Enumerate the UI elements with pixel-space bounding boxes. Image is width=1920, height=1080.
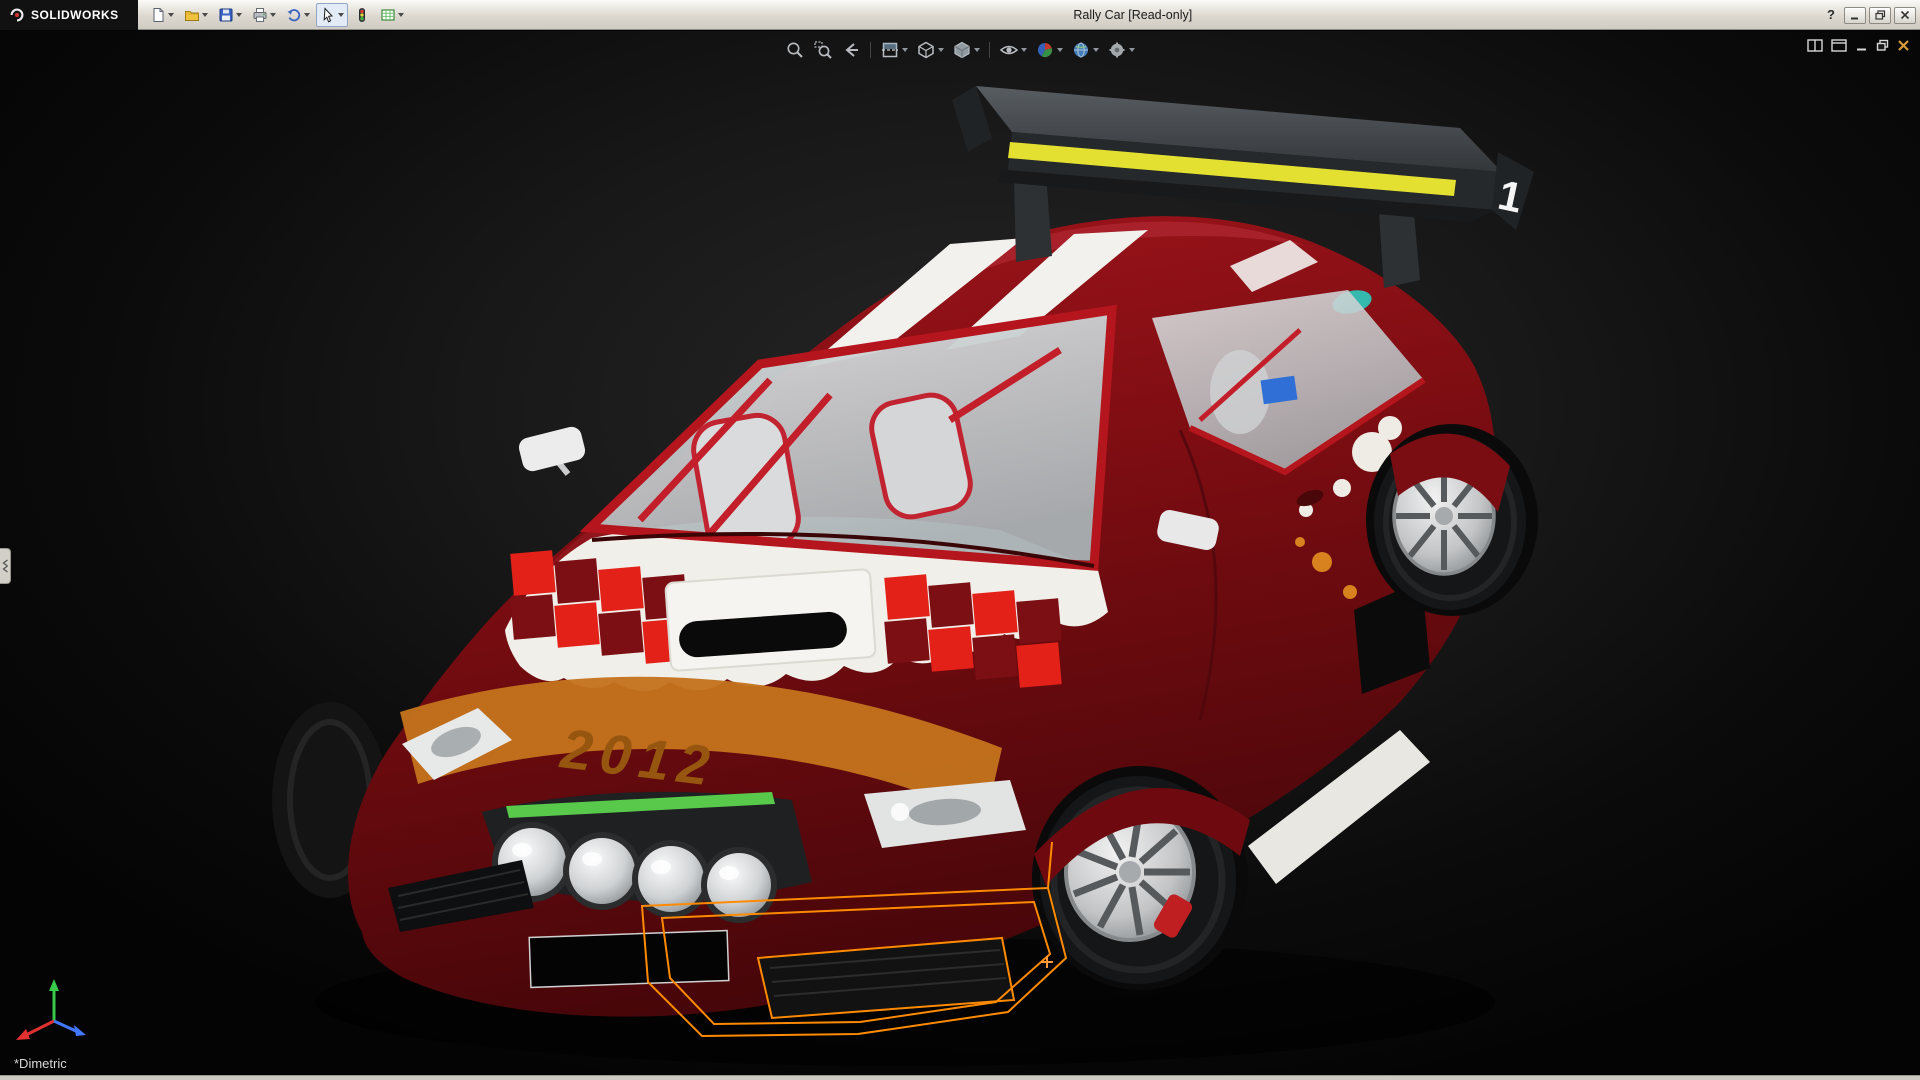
- print-icon: [252, 7, 268, 23]
- dropdown-caret-icon[interactable]: [398, 13, 404, 17]
- dropdown-caret-icon[interactable]: [1057, 48, 1063, 52]
- display-style-button[interactable]: [950, 39, 982, 61]
- rally-car-model[interactable]: 2012: [0, 31, 1920, 1075]
- edit-appearance-button[interactable]: [1033, 39, 1065, 61]
- close-button[interactable]: [1894, 7, 1916, 24]
- dropdown-caret-icon[interactable]: [902, 48, 908, 52]
- minimize-icon: [1850, 11, 1860, 20]
- dropdown-caret-icon[interactable]: [938, 48, 944, 52]
- dropdown-caret-icon[interactable]: [974, 48, 980, 52]
- close-icon: [1900, 10, 1910, 20]
- select-button[interactable]: [316, 3, 348, 27]
- dropdown-caret-icon[interactable]: [304, 13, 310, 17]
- open-button[interactable]: [180, 3, 212, 27]
- save-button[interactable]: [214, 3, 246, 27]
- new-document-button[interactable]: [146, 3, 178, 27]
- window-title: Rally Car [Read-only]: [1073, 0, 1192, 30]
- zoom-to-fit-icon: [785, 40, 805, 60]
- status-bar-edge: [0, 1075, 1920, 1080]
- view-settings-button[interactable]: [1105, 39, 1137, 61]
- wing-pylon: [1014, 174, 1052, 262]
- ds-logo-icon: [8, 6, 26, 24]
- window-controls: ?: [1821, 0, 1916, 30]
- restore-icon: [1875, 10, 1886, 20]
- help-button[interactable]: ?: [1821, 6, 1841, 24]
- restore-button[interactable]: [1869, 7, 1891, 24]
- hood-scoop: [665, 569, 876, 671]
- standard-toolbar: [138, 3, 408, 27]
- open-folder-icon: [184, 7, 200, 23]
- display-style-icon: [952, 40, 972, 60]
- options-grid-icon: [380, 7, 396, 23]
- left-mirror[interactable]: [517, 425, 587, 474]
- new-document-icon: [150, 7, 166, 23]
- rebuild-button[interactable]: [350, 3, 374, 27]
- chevron-left-icon: [2, 559, 9, 573]
- hide-show-eye-icon: [999, 40, 1019, 60]
- save-floppy-icon: [218, 7, 234, 23]
- dropdown-caret-icon[interactable]: [236, 13, 242, 17]
- document-window-controls: [1807, 39, 1910, 52]
- dropdown-caret-icon[interactable]: [1129, 48, 1135, 52]
- appearance-ball-icon: [1035, 40, 1055, 60]
- undo-button[interactable]: [282, 3, 314, 27]
- rebuild-traffic-light-icon: [354, 7, 370, 23]
- view-orientation-button[interactable]: [914, 39, 946, 61]
- view-settings-icon: [1107, 40, 1127, 60]
- panel-expand-tab[interactable]: [0, 548, 11, 584]
- section-view-button[interactable]: [878, 39, 910, 61]
- rear-right-wheel[interactable]: [1366, 424, 1538, 616]
- close-document-icon[interactable]: [1897, 39, 1910, 52]
- previous-view-button[interactable]: [839, 39, 863, 61]
- zoom-to-area-button[interactable]: [811, 39, 835, 61]
- single-pane-icon[interactable]: [1831, 39, 1847, 52]
- previous-view-icon: [841, 40, 861, 60]
- graphics-viewport[interactable]: 2012: [0, 31, 1920, 1075]
- view-orientation-label: *Dimetric: [14, 1056, 67, 1071]
- minimize-button[interactable]: [1844, 7, 1866, 24]
- select-cursor-icon: [320, 7, 336, 23]
- reference-triad: [8, 975, 100, 1047]
- zoom-to-fit-button[interactable]: [783, 39, 807, 61]
- brand-text: SOLIDWORKS: [31, 8, 119, 22]
- restore-document-icon[interactable]: [1876, 39, 1889, 52]
- dropdown-caret-icon[interactable]: [270, 13, 276, 17]
- section-view-icon: [880, 40, 900, 60]
- hide-show-items-button[interactable]: [997, 39, 1029, 61]
- dropdown-caret-icon[interactable]: [168, 13, 174, 17]
- undo-icon: [286, 7, 302, 23]
- split-pane-icon[interactable]: [1807, 39, 1823, 52]
- license-plate: [529, 931, 729, 988]
- minimize-document-icon[interactable]: [1855, 39, 1868, 52]
- apply-scene-button[interactable]: [1069, 39, 1101, 61]
- print-button[interactable]: [248, 3, 280, 27]
- heads-up-view-toolbar: [783, 39, 1137, 61]
- scene-globe-icon: [1071, 40, 1091, 60]
- dropdown-caret-icon[interactable]: [1093, 48, 1099, 52]
- toolbar-separator: [870, 42, 871, 58]
- solidworks-window: SOLIDWORKS: [0, 0, 1920, 1080]
- dropdown-caret-icon[interactable]: [338, 13, 344, 17]
- view-orientation-cube-icon: [916, 40, 936, 60]
- dropdown-caret-icon[interactable]: [202, 13, 208, 17]
- zoom-to-area-icon: [813, 40, 833, 60]
- solidworks-logo: SOLIDWORKS: [0, 0, 138, 30]
- dropdown-caret-icon[interactable]: [1021, 48, 1027, 52]
- toolbar-separator: [989, 42, 990, 58]
- title-bar: SOLIDWORKS: [0, 0, 1920, 30]
- options-button[interactable]: [376, 3, 408, 27]
